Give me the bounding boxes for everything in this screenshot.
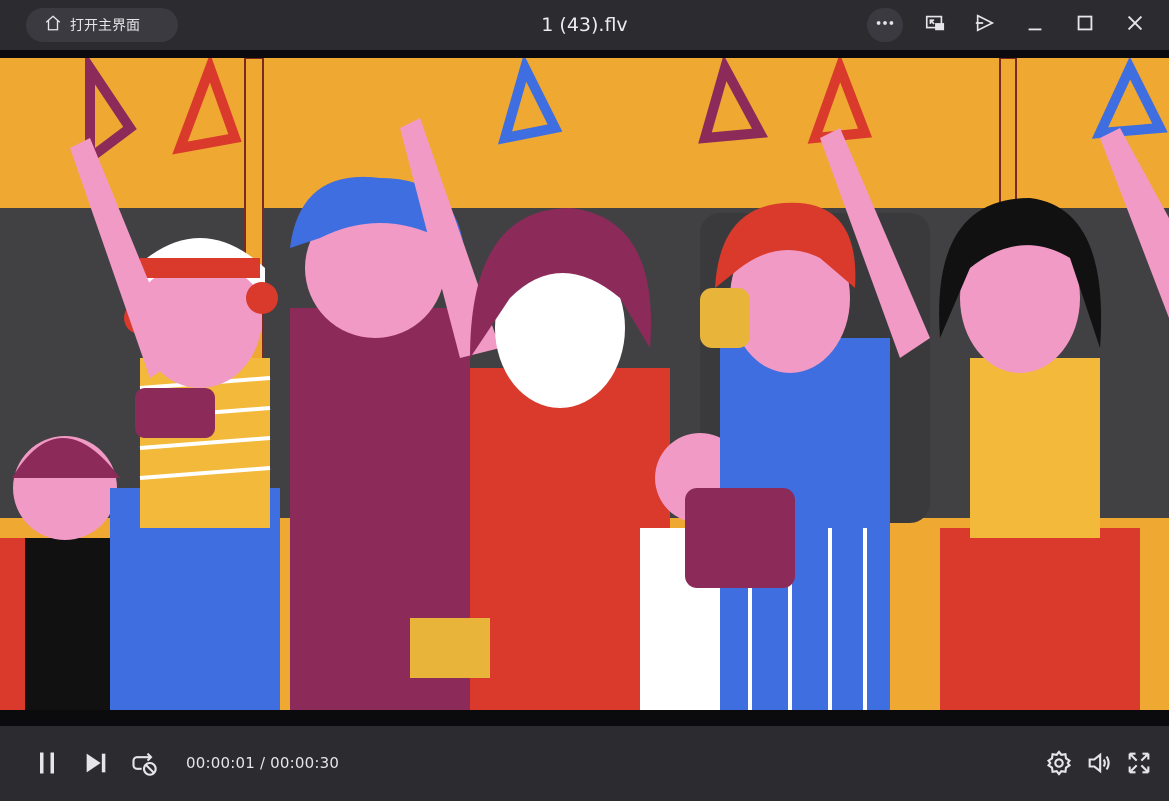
- pin-icon: [974, 12, 996, 38]
- volume-button[interactable]: [1085, 751, 1113, 779]
- close-button[interactable]: [1117, 8, 1153, 42]
- title-bar: 打开主界面 1 (43).flv: [0, 0, 1169, 50]
- window-controls: [867, 8, 1153, 42]
- settings-icon: [1045, 749, 1073, 781]
- pause-icon: [33, 749, 61, 781]
- pause-button[interactable]: [33, 751, 61, 779]
- loop-toggle-button[interactable]: [130, 751, 158, 779]
- video-frame[interactable]: [0, 58, 1169, 716]
- current-time: 00:00:01: [186, 754, 255, 772]
- next-button[interactable]: [82, 751, 110, 779]
- minimize-icon: [1024, 12, 1046, 38]
- total-duration: 00:00:30: [270, 754, 340, 772]
- settings-button[interactable]: [1045, 749, 1073, 781]
- time-separator: /: [259, 754, 266, 772]
- fullscreen-icon: [1125, 749, 1153, 781]
- more-icon: [874, 12, 896, 38]
- mini-window-icon: [924, 12, 946, 38]
- minimize-button[interactable]: [1017, 8, 1053, 42]
- close-icon: [1124, 12, 1146, 38]
- loop-off-icon: [130, 749, 158, 781]
- maximize-icon: [1074, 12, 1096, 38]
- pin-button[interactable]: [967, 8, 1003, 42]
- playback-time: 00:00:01 / 00:00:30: [186, 754, 339, 772]
- more-button[interactable]: [867, 8, 903, 42]
- video-illustration: [0, 58, 1169, 716]
- control-bar: 00:00:01 / 00:00:30: [0, 726, 1169, 801]
- fullscreen-button[interactable]: [1125, 751, 1153, 779]
- next-icon: [82, 749, 110, 781]
- mini-window-button[interactable]: [917, 8, 953, 42]
- maximize-button[interactable]: [1067, 8, 1103, 42]
- volume-icon: [1085, 749, 1113, 781]
